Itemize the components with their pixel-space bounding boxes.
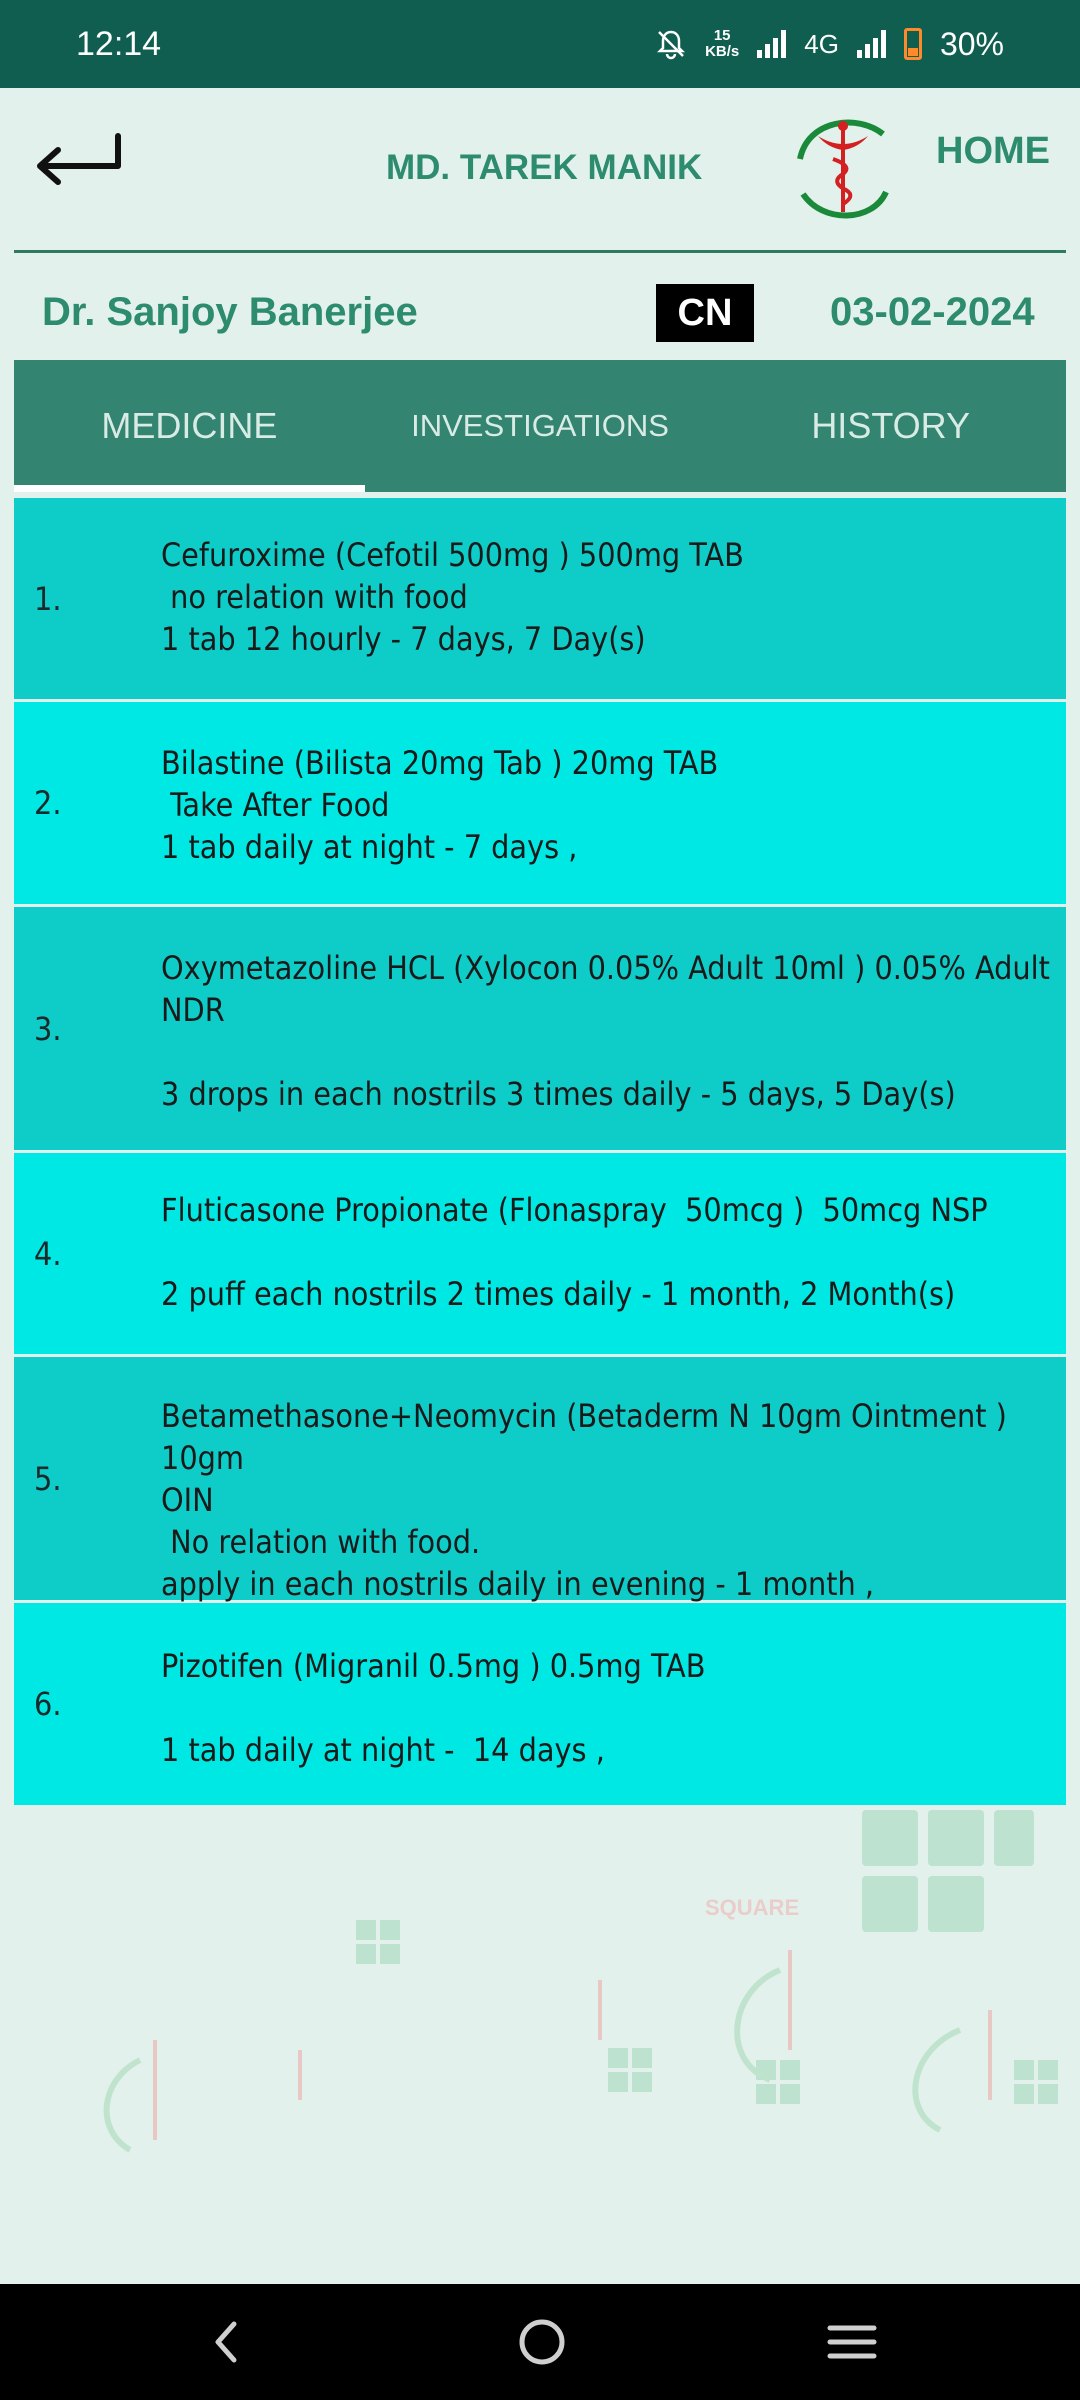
- medicine-details: Bilastine (Bilista 20mg Tab ) 20mg TAB T…: [161, 744, 719, 866]
- item-number: 6.: [34, 1685, 62, 1723]
- signal-icon-2: [856, 30, 886, 58]
- header-divider: [14, 250, 1066, 253]
- net-speed-value: 15: [713, 27, 731, 44]
- medicine-details: Betamethasone+Neomycin (Betaderm N 10gm …: [161, 1397, 1007, 1603]
- net-speed-unit: KB/s: [705, 43, 740, 60]
- patient-name: MD. TAREK MANIK: [386, 148, 703, 187]
- battery-icon: [903, 28, 922, 60]
- tab-investigations[interactable]: INVESTIGATIONS: [365, 360, 716, 492]
- medicine-details: Cefuroxime (Cefotil 500mg ) 500mg TAB no…: [161, 536, 744, 658]
- network-type: 4G: [804, 28, 839, 59]
- status-icons: 15 KB/s 4G 30%: [655, 26, 1004, 63]
- item-number: 3.: [34, 1009, 62, 1048]
- nav-back-icon[interactable]: [200, 2314, 256, 2370]
- status-time: 12:14: [76, 24, 162, 63]
- tab-bar: MEDICINE INVESTIGATIONS HISTORY: [14, 360, 1066, 492]
- list-item[interactable]: 3. Oxymetazoline HCL (Xylocon 0.05% Adul…: [14, 907, 1066, 1153]
- list-item[interactable]: 4. Fluticasone Propionate (Flonaspray 50…: [14, 1153, 1066, 1357]
- battery-percent: 30%: [939, 25, 1004, 62]
- mute-notifications-icon: [657, 30, 686, 60]
- medicine-details: Oxymetazoline HCL (Xylocon 0.05% Adult 1…: [161, 949, 1050, 1113]
- caduceus-logo-icon: [797, 119, 889, 219]
- nav-menu-icon[interactable]: [824, 2314, 880, 2370]
- item-number: 4.: [34, 1234, 62, 1273]
- list-item[interactable]: 1. Cefuroxime (Cefotil 500mg ) 500mg TAB…: [14, 498, 1066, 702]
- medicine-list: 1. Cefuroxime (Cefotil 500mg ) 500mg TAB…: [14, 498, 1066, 1805]
- list-item[interactable]: 2. Bilastine (Bilista 20mg Tab ) 20mg TA…: [14, 702, 1066, 907]
- tab-history[interactable]: HISTORY: [715, 360, 1066, 492]
- list-item[interactable]: 6. Pizotifen (Migranil 0.5mg ) 0.5mg TAB…: [14, 1603, 1066, 1805]
- watermark-text: SQUARE: [705, 1895, 799, 1920]
- tab-medicine[interactable]: MEDICINE: [14, 360, 365, 492]
- home-button[interactable]: HOME: [936, 130, 1050, 173]
- cn-badge: CN: [656, 284, 754, 342]
- app-header: MD. TAREK MANIK HOME: [0, 88, 1080, 253]
- status-bar: 12:14 15 KB/s 4G 30%: [0, 0, 1080, 88]
- item-number: 1.: [34, 579, 62, 618]
- list-item[interactable]: 5. Betamethasone+Neomycin (Betaderm N 10…: [14, 1357, 1066, 1603]
- doctor-name: Dr. Sanjoy Banerjee: [42, 290, 418, 334]
- item-number: 5.: [34, 1459, 62, 1498]
- item-number: 2.: [34, 784, 62, 822]
- visit-info: Dr. Sanjoy Banerjee CN 03-02-2024: [0, 282, 1080, 348]
- visit-date: 03-02-2024: [830, 290, 1035, 334]
- system-nav-bar: [0, 2284, 1080, 2400]
- medicine-details: Pizotifen (Migranil 0.5mg ) 0.5mg TAB 1 …: [161, 1647, 706, 1769]
- background-watermark: SQUARE: [103, 1810, 1058, 2153]
- net-speed: 15 KB/s: [705, 28, 739, 60]
- nav-home-icon[interactable]: [514, 2314, 570, 2370]
- signal-icon: [757, 30, 787, 58]
- medicine-details: Fluticasone Propionate (Flonaspray 50mcg…: [161, 1191, 988, 1313]
- back-arrow-icon[interactable]: [28, 122, 128, 192]
